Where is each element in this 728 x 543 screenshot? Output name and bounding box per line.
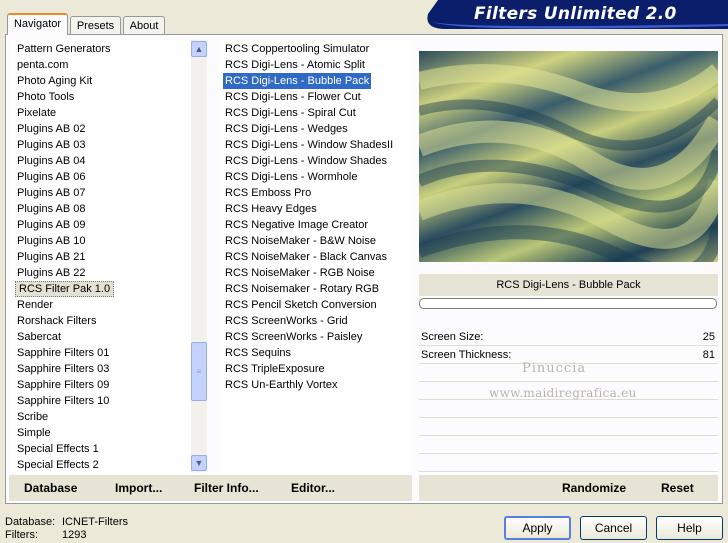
category-scrollbar[interactable]: ▲ ≡ ▼ (191, 40, 207, 472)
parameter-panel: Screen Size: 25 Screen Thickness: 81 Pin… (419, 328, 718, 472)
filter-item[interactable]: RCS Coppertooling Simulator (225, 41, 369, 57)
filter-item[interactable]: RCS Digi-Lens - Wedges (225, 121, 348, 137)
category-item-selected[interactable]: RCS Filter Pak 1.0 (15, 281, 115, 297)
param-row-empty (419, 455, 718, 472)
watermark-name: Pinuccia (522, 361, 587, 376)
filter-item[interactable]: RCS Noisemaker - Rotary RGB (225, 281, 379, 297)
category-item[interactable]: Plugins AB 22 (17, 265, 86, 281)
tab-about[interactable]: About (123, 16, 165, 35)
app-title: Filters Unlimited 2.0 (474, 4, 677, 24)
filter-item[interactable]: RCS Negative Image Creator (225, 217, 368, 233)
database-value: ICNET-Filters (62, 516, 128, 528)
category-item[interactable]: Scribe (17, 409, 48, 425)
filter-item[interactable]: RCS NoiseMaker - Black Canvas (225, 249, 387, 265)
category-item[interactable]: Sapphire Filters 01 (17, 345, 109, 361)
reset-button[interactable]: Reset (661, 481, 694, 495)
tab-presets[interactable]: Presets (70, 16, 121, 35)
category-item[interactable]: Photo Aging Kit (17, 73, 92, 89)
randomize-button[interactable]: Randomize (562, 481, 626, 495)
filter-item[interactable]: RCS Un-Earthly Vortex (225, 377, 337, 393)
param-row-empty (419, 437, 718, 454)
param-label: Screen Thickness: (421, 349, 512, 361)
param-row-empty (419, 401, 718, 418)
category-item[interactable]: Photo Tools (17, 89, 74, 105)
editor-button[interactable]: Editor... (291, 481, 335, 495)
category-item[interactable]: Plugins AB 10 (17, 233, 86, 249)
category-item[interactable]: Pattern Generators (17, 41, 111, 57)
filter-item[interactable]: RCS TripleExposure (225, 361, 325, 377)
filter-item[interactable]: RCS Digi-Lens - Spiral Cut (225, 105, 356, 121)
filter-item[interactable]: RCS Sequins (225, 345, 291, 361)
param-value[interactable]: 25 (703, 331, 715, 343)
filter-list[interactable]: RCS Coppertooling Simulator RCS Digi-Len… (219, 40, 413, 472)
scroll-thumb[interactable]: ≡ (191, 342, 207, 401)
filter-item[interactable]: RCS Digi-Lens - Wormhole (225, 169, 357, 185)
filter-item[interactable]: RCS Digi-Lens - Window Shades (225, 153, 387, 169)
filter-item[interactable]: RCS Digi-Lens - Flower Cut (225, 89, 361, 105)
database-label: Database: (5, 516, 56, 528)
category-item[interactable]: Sabercat (17, 329, 61, 345)
database-button[interactable]: Database (24, 481, 77, 495)
category-list[interactable]: Pattern Generators penta.com Photo Aging… (10, 40, 191, 472)
category-item[interactable]: Special Effects 2 (17, 457, 99, 472)
category-item[interactable]: Pixelate (17, 105, 56, 121)
category-item[interactable]: Plugins AB 08 (17, 201, 86, 217)
category-item[interactable]: Plugins AB 02 (17, 121, 86, 137)
filters-count-label: Filters: (5, 529, 38, 541)
filter-item[interactable]: RCS Pencil Sketch Conversion (225, 297, 377, 313)
category-item[interactable]: penta.com (17, 57, 68, 73)
param-label: Screen Size: (421, 331, 484, 343)
import-button[interactable]: Import... (115, 481, 162, 495)
param-row-empty (419, 419, 718, 436)
help-button[interactable]: Help (656, 516, 723, 540)
category-item[interactable]: Plugins AB 03 (17, 137, 86, 153)
watermark-url: www.maidiregrafica.eu (489, 386, 637, 400)
category-item[interactable]: Plugins AB 06 (17, 169, 86, 185)
filter-info-button[interactable]: Filter Info... (194, 481, 259, 495)
selected-filter-name: RCS Digi-Lens - Bubble Pack (419, 274, 718, 296)
filter-item[interactable]: RCS NoiseMaker - RGB Noise (225, 265, 375, 281)
category-item[interactable]: Sapphire Filters 03 (17, 361, 109, 377)
filter-item-selected[interactable]: RCS Digi-Lens - Bubble Pack (223, 73, 372, 89)
cancel-button[interactable]: Cancel (580, 516, 647, 540)
filter-item[interactable]: RCS Digi-Lens - Atomic Split (225, 57, 365, 73)
filter-item[interactable]: RCS ScreenWorks - Grid (225, 313, 348, 329)
apply-button[interactable]: Apply (504, 516, 571, 540)
filter-item[interactable]: RCS NoiseMaker - B&W Noise (225, 233, 376, 249)
category-item[interactable]: Plugins AB 07 (17, 185, 86, 201)
category-item[interactable]: Plugins AB 21 (17, 249, 86, 265)
category-item[interactable]: Special Effects 1 (17, 441, 99, 457)
filter-item[interactable]: RCS Emboss Pro (225, 185, 311, 201)
preview-image[interactable] (419, 51, 718, 262)
category-item[interactable]: Rorshack Filters (17, 313, 96, 329)
category-item[interactable]: Render (17, 297, 53, 313)
scroll-up-button[interactable]: ▲ (191, 41, 207, 57)
preview-wave-pattern (419, 64, 718, 262)
category-item[interactable]: Sapphire Filters 10 (17, 393, 109, 409)
tab-navigator[interactable]: Navigator (7, 13, 68, 35)
param-value[interactable]: 81 (703, 349, 715, 361)
filters-count-value: 1293 (62, 529, 87, 541)
category-item[interactable]: Plugins AB 04 (17, 153, 86, 169)
filter-item[interactable]: RCS Digi-Lens - Window ShadesII (225, 137, 393, 153)
scroll-down-button[interactable]: ▼ (191, 455, 207, 471)
progress-bar (419, 298, 717, 309)
param-row-screen-size[interactable]: Screen Size: 25 (419, 329, 718, 346)
category-item[interactable]: Plugins AB 09 (17, 217, 86, 233)
category-item[interactable]: Sapphire Filters 09 (17, 377, 109, 393)
category-item[interactable]: Simple (17, 425, 51, 441)
filter-item[interactable]: RCS ScreenWorks - Paisley (225, 329, 362, 345)
filter-item[interactable]: RCS Heavy Edges (225, 201, 317, 217)
